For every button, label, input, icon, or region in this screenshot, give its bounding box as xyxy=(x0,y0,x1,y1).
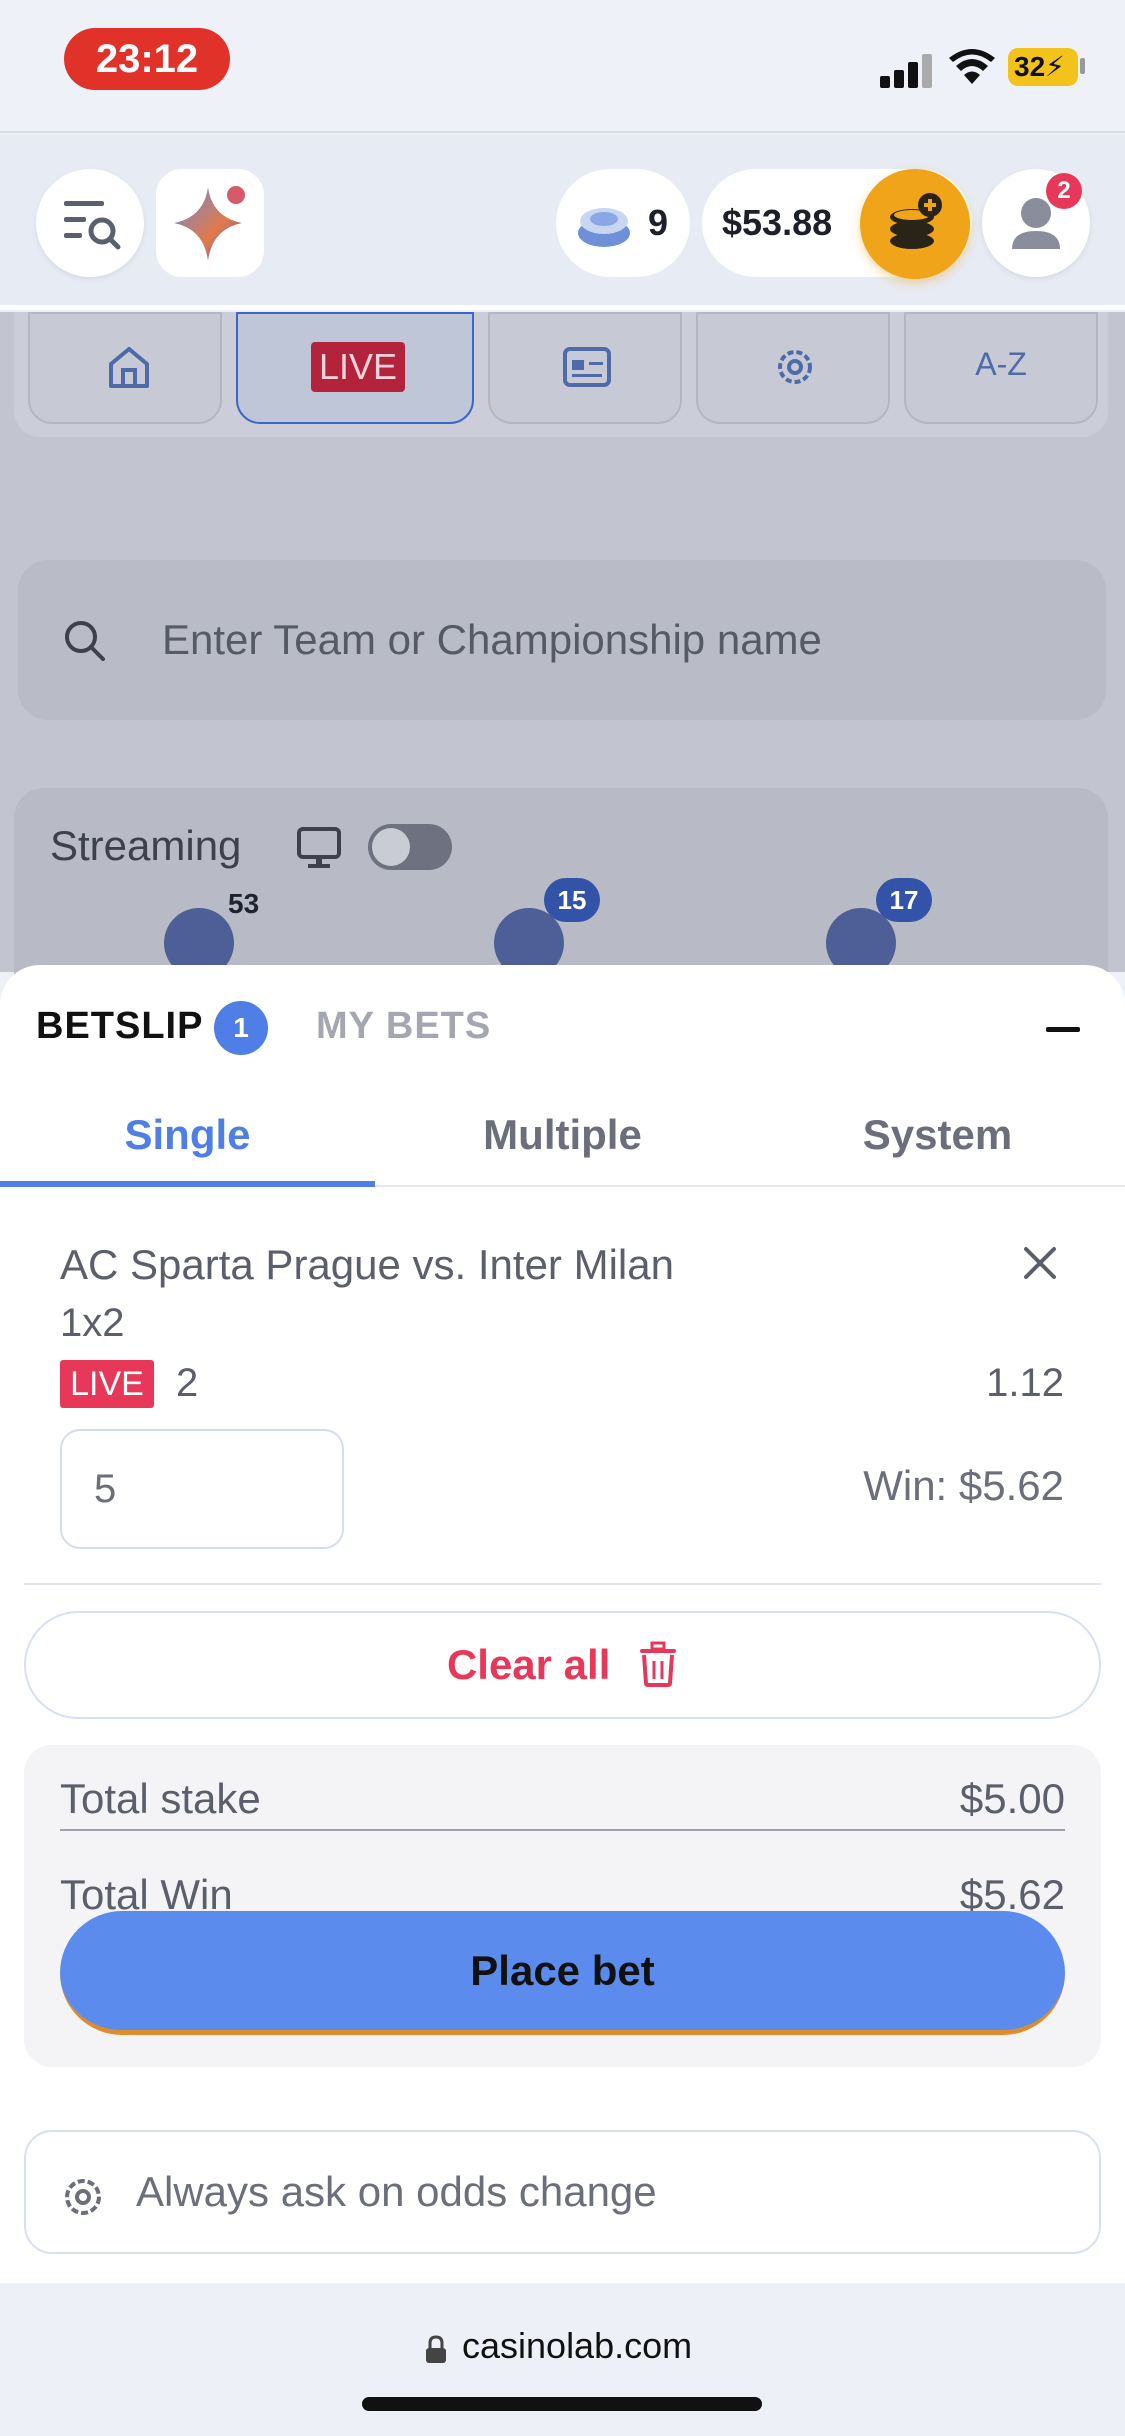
stake-input[interactable]: 5 xyxy=(60,1429,344,1549)
bet-selection: 2 xyxy=(176,1361,199,1405)
status-time: 23:12 xyxy=(64,28,230,90)
clear-all-label: Clear all xyxy=(446,1641,611,1688)
total-stake-label: Total stake xyxy=(60,1775,261,1822)
wifi-icon xyxy=(949,49,995,84)
coins-plus-icon xyxy=(890,193,942,249)
search-icon xyxy=(65,621,105,661)
total-stake-row: Total stake $5.00 xyxy=(60,1775,1065,1823)
soccer-count: 53 xyxy=(228,888,260,919)
sparkle-logo-icon xyxy=(174,186,245,261)
home-icon xyxy=(109,347,149,388)
app-logo[interactable] xyxy=(156,169,264,277)
my-bets-tab[interactable]: MY BETS xyxy=(316,1005,491,1048)
nav-live-label: LIVE xyxy=(311,342,405,392)
divider xyxy=(24,1583,1101,1585)
minimize-icon[interactable] xyxy=(1046,1027,1080,1032)
ticket-icon xyxy=(563,347,611,387)
search-input[interactable]: Enter Team or Championship name xyxy=(162,560,822,720)
betslip-sheet: BETSLIP 1 MY BETS Single Multiple System… xyxy=(0,965,1125,2283)
bet-type-tabs: Single Multiple System xyxy=(0,1105,1125,1187)
streaming-label: Streaming xyxy=(50,822,242,869)
nav-tab-az[interactable]: A-Z xyxy=(904,312,1098,424)
nav-tab-tickets[interactable] xyxy=(488,312,682,424)
battery-level: 32 xyxy=(1014,51,1046,82)
totals-divider xyxy=(60,1829,1065,1831)
sports-nav: LIVE A-Z xyxy=(14,312,1108,437)
lock-icon xyxy=(426,2335,446,2363)
status-bar: 23:12 32⚡ xyxy=(0,0,1125,133)
trash-icon xyxy=(640,1641,677,1687)
tennis-count: 15 xyxy=(544,878,600,922)
tab-multiple[interactable]: Multiple xyxy=(375,1105,750,1187)
tab-single[interactable]: Single xyxy=(0,1105,375,1187)
nav-tab-settings[interactable] xyxy=(696,312,890,424)
app-header: 9 $53.88 2 xyxy=(0,135,1125,310)
search-bar[interactable]: Enter Team or Championship name xyxy=(18,560,1106,720)
close-icon[interactable] xyxy=(1022,1245,1058,1281)
menu-search-icon xyxy=(64,201,121,250)
deposit-button[interactable] xyxy=(860,169,970,279)
home-indicator xyxy=(362,2397,762,2411)
charging-icon: ⚡ xyxy=(1045,51,1065,82)
clear-all-button[interactable]: Clear all xyxy=(24,1611,1101,1719)
notification-badge: 2 xyxy=(1046,173,1082,209)
gems-counter[interactable]: 9 xyxy=(556,169,690,277)
battery-indicator: 32⚡ xyxy=(1008,48,1078,86)
dimmed-background: LIVE A-Z Enter Team or Championship name xyxy=(0,312,1125,1088)
gear-icon xyxy=(65,2179,101,2215)
url-text: casinolab.com xyxy=(462,2325,693,2366)
bet-match-title: AC Sparta Prague vs. Inter Milan xyxy=(60,1241,674,1288)
battery-cap xyxy=(1080,58,1085,74)
gem-stack-icon xyxy=(578,208,630,247)
bet-market: 1x2 xyxy=(60,1301,125,1345)
nav-az-label: A-Z xyxy=(975,346,1027,382)
total-stake-value: $5.00 xyxy=(959,1775,1065,1822)
toggle-knob xyxy=(372,828,410,866)
tab-system[interactable]: System xyxy=(750,1105,1125,1187)
gems-count: 9 xyxy=(648,202,669,243)
signal-icon xyxy=(880,52,936,88)
bet-odds: 1.12 xyxy=(986,1361,1064,1405)
streaming-toggle[interactable] xyxy=(368,824,452,870)
balance-amount: $53.88 xyxy=(722,202,833,243)
totals-panel: Total stake $5.00 Total Win $5.62 Place … xyxy=(24,1745,1101,2067)
nav-tab-home[interactable] xyxy=(28,312,222,424)
place-bet-button[interactable]: Place bet xyxy=(60,1911,1065,2035)
odds-change-label: Always ask on odds change xyxy=(136,2168,657,2215)
betslip-count-badge: 1 xyxy=(214,1001,268,1055)
gear-icon xyxy=(778,350,812,384)
odds-change-setting[interactable]: Always ask on odds change xyxy=(24,2130,1101,2254)
basketball-count: 17 xyxy=(876,878,932,922)
potential-win: Win: $5.62 xyxy=(863,1462,1064,1509)
monitor-icon xyxy=(297,827,341,868)
menu-search-button[interactable] xyxy=(36,169,144,277)
live-badge: LIVE xyxy=(60,1360,154,1408)
browser-url-bar[interactable]: casinolab.com xyxy=(0,2283,1125,2436)
nav-tab-live[interactable]: LIVE xyxy=(236,312,474,424)
betslip-tab[interactable]: BETSLIP xyxy=(36,1005,203,1048)
